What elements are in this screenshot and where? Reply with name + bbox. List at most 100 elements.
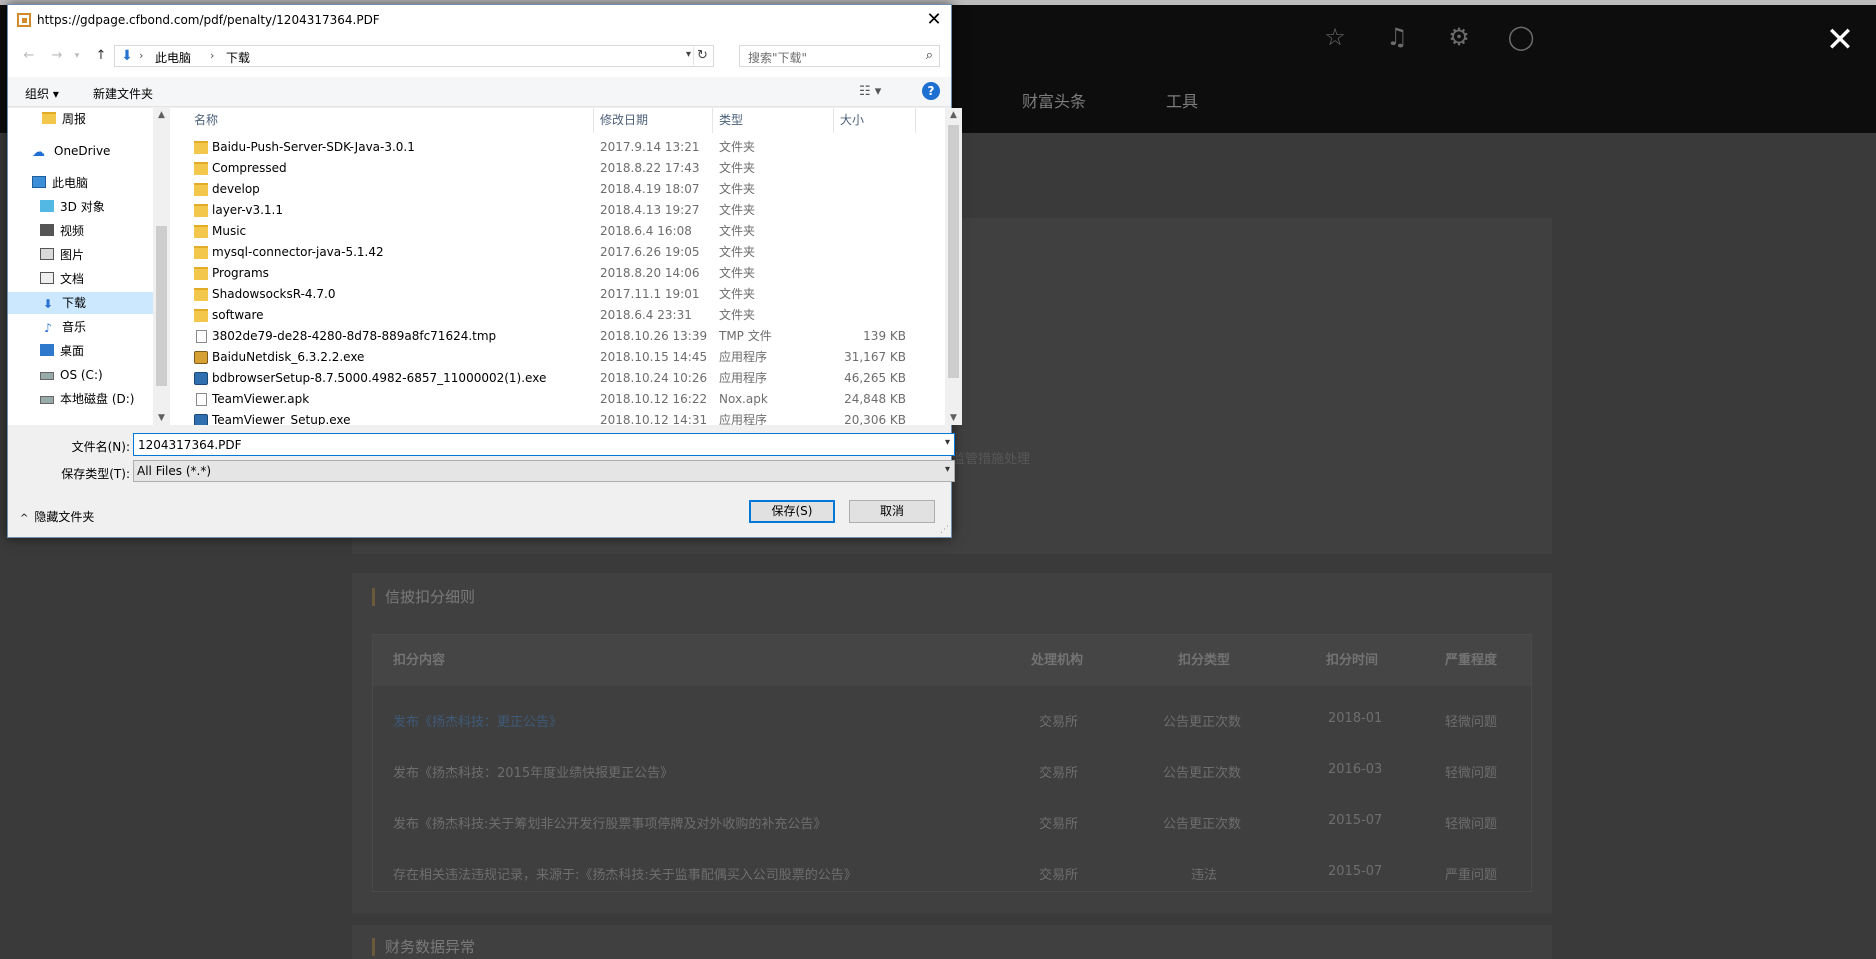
file-name: BaiduNetdisk_6.3.2.2.exe xyxy=(212,350,365,364)
file-type: Nox.apk xyxy=(719,392,768,406)
file-date: 2018.10.12 16:22 xyxy=(600,392,708,406)
file-icon xyxy=(196,393,207,406)
bg-nav-item-tools: 工具 xyxy=(1166,92,1199,111)
file-row[interactable]: BaiduNetdisk_6.3.2.2.exe 2018.10.15 14:45… xyxy=(170,347,945,368)
sidebar-item-pictures[interactable]: 图片 xyxy=(8,244,153,266)
file-row[interactable]: develop 2018.4.19 18:07 文件夹 xyxy=(170,179,945,200)
file-row[interactable]: TeamViewer.apk 2018.10.12 16:22 Nox.apk 24,… xyxy=(170,389,945,410)
column-header-date[interactable]: 修改日期 xyxy=(594,108,713,133)
bg-table-cell: 严重问题 xyxy=(1445,868,1498,883)
history-chevron-icon[interactable]: ▾ xyxy=(68,47,86,65)
close-icon[interactable]: ✕ xyxy=(923,9,945,31)
up-icon[interactable]: ↑ xyxy=(92,47,110,65)
help-icon[interactable]: ? xyxy=(922,82,940,100)
bg-rules-table: 扣分内容 处理机构 扣分类型 扣分时间 严重程度 发布《扬杰科技：更正公告》 交… xyxy=(372,634,1532,892)
search-input[interactable]: 搜索"下载" ⌕ xyxy=(739,45,940,67)
application-icon xyxy=(194,372,208,385)
address-bar[interactable]: ⬇ › 此电脑 › 下载 ▾ ↻ xyxy=(114,45,714,67)
file-row[interactable]: Compressed 2018.8.22 17:43 文件夹 xyxy=(170,158,945,179)
column-header-name[interactable]: 名称 xyxy=(170,108,594,133)
file-type: 文件夹 xyxy=(719,287,756,301)
organize-button[interactable]: 组织 ▾ xyxy=(25,85,59,102)
chevron-down-icon[interactable]: ▾ xyxy=(945,464,950,475)
sidebar-item-label: OneDrive xyxy=(54,144,111,158)
file-row[interactable]: Baidu-Push-Server-SDK-Java-3.0.1 2017.9.1… xyxy=(170,137,945,158)
breadcrumb-downloads[interactable]: 下载 xyxy=(226,49,250,66)
file-name: develop xyxy=(212,182,260,196)
scroll-thumb[interactable] xyxy=(156,226,167,386)
file-list: ^ 名称 修改日期 类型 大小 Baidu-Push-Server-SDK-Ja… xyxy=(170,108,945,425)
bg-table-cell: 2015-07 xyxy=(1328,813,1383,828)
scroll-thumb[interactable] xyxy=(948,125,959,378)
sidebar-item-drive-d[interactable]: 本地磁盘 (D:) xyxy=(8,388,153,410)
sidebar-item-videos[interactable]: 视频 xyxy=(8,220,153,242)
user-icon: ◯ xyxy=(1507,23,1535,51)
chevron-down-icon[interactable]: ▾ xyxy=(686,49,691,60)
bg-th-severity: 严重程度 xyxy=(1445,653,1498,668)
filetype-select[interactable]: All Files (*.*) ▾ xyxy=(133,460,955,482)
bg-nav-item-news: 财富头条 xyxy=(1022,92,1087,111)
breadcrumb-this-pc[interactable]: 此电脑 xyxy=(155,49,191,66)
bg-table-cell: 发布《扬杰科技：2015年度业绩快报更正公告》 xyxy=(393,766,674,781)
file-date: 2018.6.4 16:08 xyxy=(600,224,692,238)
refresh-icon[interactable]: ↻ xyxy=(693,47,711,65)
address-bar-row: ← → ▾ ↑ ⬇ › 此电脑 › 下载 ▾ ↻ 搜索"下载" ⌕ xyxy=(8,35,951,77)
dialog-titlebar[interactable]: https://gdpage.cfbond.com/pdf/penalty/12… xyxy=(8,5,951,35)
forward-icon[interactable]: → xyxy=(48,47,66,65)
filetype-value: All Files (*.*) xyxy=(137,464,212,478)
new-folder-button[interactable]: 新建文件夹 xyxy=(93,85,153,102)
filename-input[interactable]: 1204317364.PDF ▾ xyxy=(133,433,955,456)
chevron-right-icon[interactable]: › xyxy=(210,49,214,62)
drive-icon xyxy=(40,372,54,380)
file-row[interactable]: bdbrowserSetup-8.7.5000.4982-6857_110000… xyxy=(170,368,945,389)
chevron-right-icon[interactable]: › xyxy=(139,49,143,62)
sidebar-item-label: 音乐 xyxy=(62,320,87,334)
file-row[interactable]: mysql-connector-java-5.1.42 2017.6.26 19:… xyxy=(170,242,945,263)
view-options-icon[interactable]: ☷ ▾ xyxy=(859,84,881,99)
file-row[interactable]: 3802de79-de28-4280-8d78-889a8fc71624.tmp… xyxy=(170,326,945,347)
chevron-down-icon[interactable]: ▾ xyxy=(945,437,950,448)
file-row[interactable]: TeamViewer_Setup.exe 2018.10.12 14:31 应用程序… xyxy=(170,410,945,425)
sidebar-scrollbar[interactable]: ▲ ▼ xyxy=(153,108,170,425)
filename-value: 1204317364.PDF xyxy=(138,438,242,452)
scroll-up-icon[interactable]: ▲ xyxy=(153,110,170,120)
cancel-button[interactable]: 取消 xyxy=(849,500,935,523)
scroll-down-icon[interactable]: ▼ xyxy=(153,413,170,423)
file-row[interactable]: ShadowsocksR-4.7.0 2017.11.1 19:01 文件夹 xyxy=(170,284,945,305)
sidebar-item-onedrive[interactable]: ☁ OneDrive xyxy=(8,140,153,162)
bg-th-org: 处理机构 xyxy=(1031,653,1084,668)
file-list-scrollbar[interactable]: ▲ ▼ xyxy=(945,108,962,425)
application-icon xyxy=(194,351,208,364)
sidebar-item-desktop[interactable]: 桌面 xyxy=(8,340,153,362)
back-icon[interactable]: ← xyxy=(20,47,38,65)
bg-faint-label: 监管措施处理 xyxy=(952,452,1031,467)
file-row[interactable]: software 2018.6.4 23:31 文件夹 xyxy=(170,305,945,326)
sidebar-item-3d-objects[interactable]: 3D 对象 xyxy=(8,196,153,218)
sidebar-item-drive-c[interactable]: OS (C:) xyxy=(8,364,153,386)
file-name: TeamViewer_Setup.exe xyxy=(212,413,351,425)
resize-grip-icon[interactable]: ⋰ xyxy=(940,525,949,535)
hide-folders-toggle[interactable]: ^ 隐藏文件夹 xyxy=(20,508,94,525)
sidebar-item-weekly[interactable]: 周报 xyxy=(8,108,153,130)
folder-icon xyxy=(194,309,208,322)
search-icon[interactable]: ⌕ xyxy=(926,48,933,63)
column-header-type[interactable]: 类型 xyxy=(713,108,834,133)
close-icon[interactable]: ✕ xyxy=(1820,20,1860,60)
scroll-up-icon[interactable]: ▲ xyxy=(945,110,962,120)
sidebar-item-documents[interactable]: 文档 xyxy=(8,268,153,290)
bg-table-link[interactable]: 发布《扬杰科技：更正公告》 xyxy=(393,711,562,730)
file-row[interactable]: Programs 2018.8.20 14:06 文件夹 xyxy=(170,263,945,284)
bg-table-cell: 交易所 xyxy=(1039,715,1079,730)
sidebar-item-this-pc[interactable]: 此电脑 xyxy=(8,172,153,194)
sidebar-item-downloads[interactable]: ⬇ 下载 xyxy=(8,292,153,314)
column-header-size[interactable]: 大小 xyxy=(834,108,916,133)
bg-section-title-finance: 财务数据异常 xyxy=(372,938,475,956)
scroll-down-icon[interactable]: ▼ xyxy=(945,413,962,423)
sidebar-item-music[interactable]: ♪ 音乐 xyxy=(8,316,153,338)
save-button[interactable]: 保存(S) xyxy=(749,500,835,523)
sidebar-item-label: 本地磁盘 (D:) xyxy=(60,392,135,406)
file-row[interactable]: layer-v3.1.1 2018.4.13 19:27 文件夹 xyxy=(170,200,945,221)
file-row[interactable]: Music 2018.6.4 16:08 文件夹 xyxy=(170,221,945,242)
file-type: 文件夹 xyxy=(719,224,756,238)
filetype-label: 保存类型(T): xyxy=(61,467,130,481)
